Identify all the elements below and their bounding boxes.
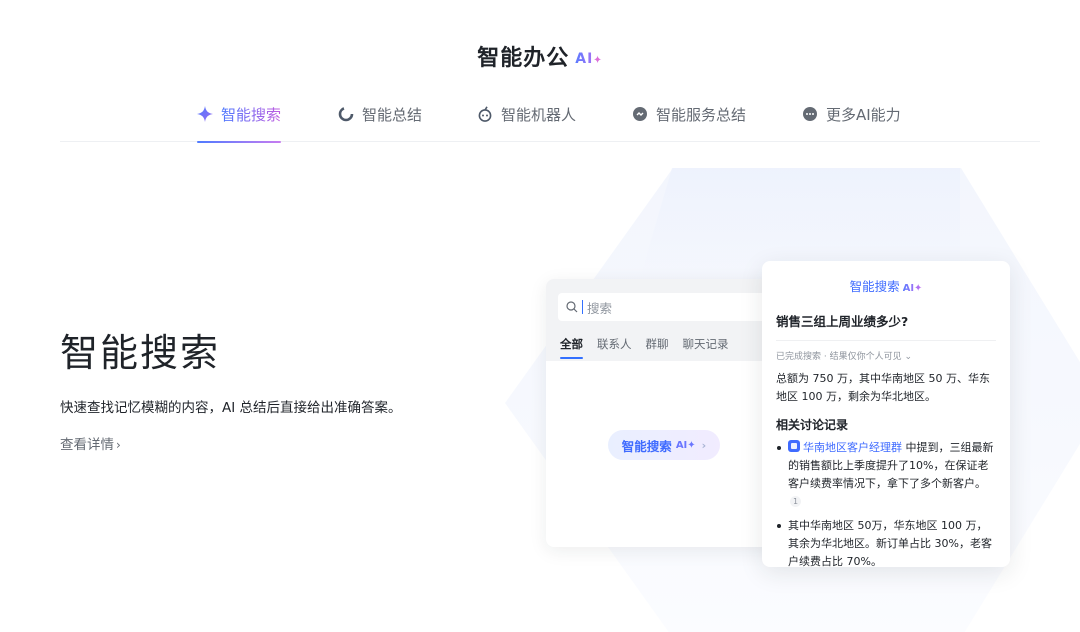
- search-question: 销售三组上周业绩多少?: [776, 311, 996, 341]
- ai-search-button[interactable]: 智能搜索 AI✦ ›: [608, 430, 720, 460]
- view-details-label: 查看详情: [60, 437, 114, 453]
- search-input[interactable]: 搜索: [558, 293, 768, 321]
- search-tab-chat-history[interactable]: 聊天记录: [683, 336, 729, 358]
- ai-answer: 总额为 750 万，其中华南地区 50 万、华东地区 100 万，剩余为华北地区…: [776, 372, 990, 403]
- search-tab-contacts[interactable]: 联系人: [597, 336, 632, 358]
- related-discussions-title: 相关讨论记录: [776, 418, 849, 432]
- ai-result-card: 智能搜索 AI✦ 销售三组上周业绩多少? 已完成搜索 · 结果仅你个人可见 ⌄ 总…: [762, 261, 1010, 568]
- chevron-right-icon: ›: [116, 438, 121, 452]
- tab-smart-service-summary[interactable]: 智能服务总结: [632, 104, 746, 142]
- tab-smart-robot[interactable]: 智能机器人: [477, 104, 576, 142]
- more-dots-icon: [803, 107, 817, 121]
- list-item: 华南地区客户经理群 中提到，三组最新的销售额比上季度提升了10%，在保证老客户续…: [776, 439, 996, 511]
- hero-title: 智能搜索: [60, 331, 221, 375]
- ai-badge: AI✦: [902, 283, 923, 294]
- group-chat-link[interactable]: 华南地区客户经理群: [803, 441, 902, 454]
- page-title: 智能办公 AI✦: [0, 40, 1080, 72]
- tab-label: 智能机器人: [501, 106, 577, 124]
- sparkle-icon: ✦: [593, 55, 603, 66]
- tab-more-ai[interactable]: 更多AI能力: [802, 104, 901, 142]
- search-tab-all[interactable]: 全部: [560, 336, 583, 359]
- tab-label: 智能搜索: [221, 106, 282, 124]
- robot-icon: [478, 106, 492, 122]
- citation-badge[interactable]: 1: [790, 496, 801, 507]
- feature-tabs: 智能搜索 智能总结 智能机器人 智能服务总结 更多AI能力: [60, 100, 1040, 143]
- tab-label: 更多AI能力: [826, 106, 901, 124]
- result-card-header: 智能搜索 AI✦: [776, 261, 996, 301]
- list-item-text: 其中华南地区 50万，华东地区 100 万，其余为华北地区。新订单占比 30%，…: [788, 519, 992, 568]
- ai-search-button-label: 智能搜索: [621, 438, 672, 454]
- hero-description: 快速查找记忆模糊的内容，AI 总结后直接给出准确答案。: [60, 400, 402, 416]
- chat-bubble-icon: [633, 107, 647, 121]
- chevron-right-icon: ›: [701, 438, 707, 452]
- search-preview-card: 搜索 全部 联系人 群聊 聊天记录 智能搜索 AI✦ ›: [546, 279, 776, 547]
- related-discussions-list: 华南地区客户经理群 中提到，三组最新的销售额比上季度提升了10%，在保证老客户续…: [776, 439, 996, 571]
- tab-smart-search[interactable]: 智能搜索: [197, 104, 282, 143]
- sparkle-icon: [197, 106, 213, 122]
- tab-label: 智能总结: [362, 106, 423, 124]
- ai-badge: AI✦: [575, 51, 603, 67]
- tab-label: 智能服务总结: [656, 106, 747, 124]
- summary-ring-icon: [338, 106, 354, 122]
- search-placeholder: 搜索: [587, 300, 613, 316]
- search-tab-groups[interactable]: 群聊: [646, 336, 669, 358]
- text-caret: [582, 300, 583, 314]
- ai-badge: AI✦: [675, 439, 696, 451]
- search-status-meta[interactable]: 已完成搜索 · 结果仅你个人可见 ⌄: [776, 349, 996, 362]
- tab-smart-summary[interactable]: 智能总结: [338, 104, 422, 142]
- result-card-title: 智能搜索: [849, 279, 900, 294]
- page-title-text: 智能办公: [477, 46, 570, 71]
- search-icon: [566, 301, 578, 313]
- view-details-link[interactable]: 查看详情 ›: [60, 433, 121, 453]
- search-card-header: 搜索 全部 联系人 群聊 聊天记录: [546, 279, 776, 361]
- search-filter-tabs: 全部 联系人 群聊 聊天记录: [560, 336, 729, 359]
- list-item: 其中华南地区 50万，华东地区 100 万，其余为华北地区。新订单占比 30%，…: [776, 517, 996, 571]
- group-chat-icon: [788, 440, 800, 452]
